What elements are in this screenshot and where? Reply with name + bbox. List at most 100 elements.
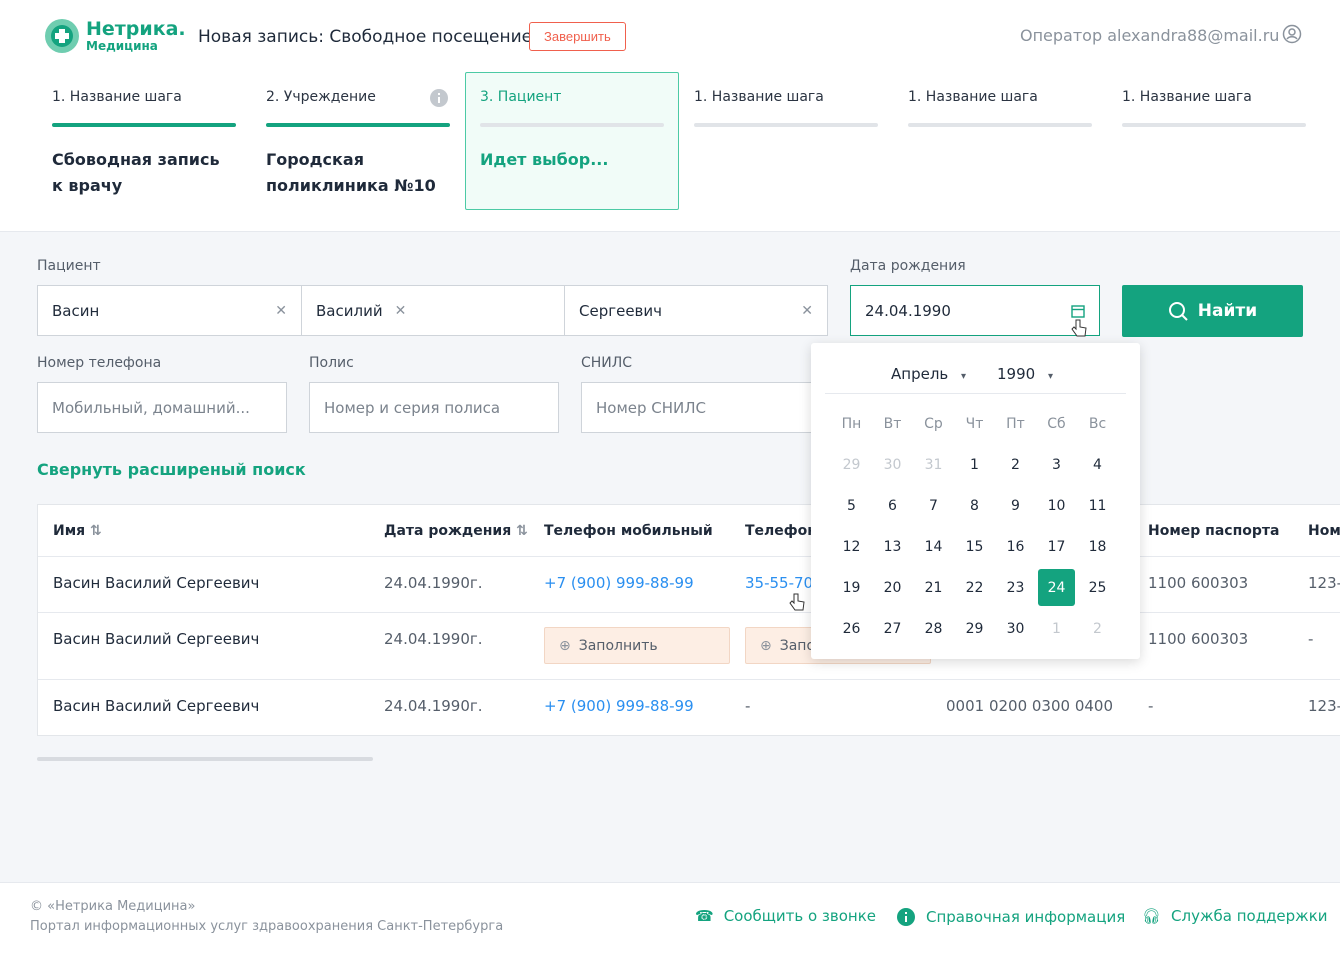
last-name-input[interactable]: Васин ✕ bbox=[37, 285, 302, 336]
middle-name-input[interactable]: Сергеевич ✕ bbox=[564, 285, 828, 336]
weekday-label: Вс bbox=[1088, 415, 1107, 432]
calendar-day[interactable]: 5 bbox=[831, 485, 872, 526]
dob-input[interactable]: 24.04.1990 bbox=[850, 285, 1100, 336]
step-value: Городская поликлиника №10 bbox=[266, 150, 436, 195]
weekday-label: Чт bbox=[965, 415, 984, 432]
calendar-day[interactable]: 15 bbox=[954, 526, 995, 567]
calendar-day-selected[interactable]: 24 bbox=[1038, 569, 1075, 606]
info-icon[interactable] bbox=[430, 89, 448, 107]
calendar-day[interactable]: 1 bbox=[1036, 608, 1077, 649]
reference-link[interactable]: Справочная информация bbox=[896, 907, 1125, 927]
fill-mobile-button[interactable]: ⊕ Заполнить bbox=[544, 627, 730, 664]
dob-label: Дата рождения bbox=[850, 258, 966, 274]
fill-label: Запо bbox=[779, 637, 816, 654]
finish-button[interactable]: Завершить bbox=[529, 22, 626, 51]
report-call-link[interactable]: ☎ Сообщить о звонке bbox=[695, 907, 876, 925]
calendar-day[interactable]: 30 bbox=[995, 608, 1036, 649]
calendar-day[interactable]: 28 bbox=[913, 608, 954, 649]
calendar-day[interactable]: 31 bbox=[913, 444, 954, 485]
snils-input[interactable]: Номер СНИЛС bbox=[581, 382, 831, 433]
middle-name-value: Сергеевич bbox=[579, 301, 663, 320]
find-button[interactable]: Найти bbox=[1122, 285, 1303, 337]
footer: © «Нетрика Медицина» Портал информационн… bbox=[0, 882, 1340, 953]
calendar-day[interactable]: 26 bbox=[831, 608, 872, 649]
calendar-day[interactable]: 29 bbox=[954, 608, 995, 649]
calendar-day[interactable]: 13 bbox=[872, 526, 913, 567]
user-icon[interactable] bbox=[1282, 24, 1302, 44]
calendar-day[interactable]: 30 bbox=[872, 444, 913, 485]
calendar-day[interactable]: 11 bbox=[1077, 485, 1118, 526]
last-name-value: Васин bbox=[52, 301, 100, 320]
step-3[interactable]: 3. Пациент Идет выбор... bbox=[480, 89, 664, 173]
step-6[interactable]: 1. Название шага bbox=[1122, 89, 1306, 127]
logo-subtext: Медицина bbox=[86, 39, 158, 53]
calendar-day[interactable]: 23 bbox=[995, 567, 1036, 608]
chevron-down-icon: ▾ bbox=[961, 371, 967, 382]
calendar-day[interactable]: 1 bbox=[954, 444, 995, 485]
calendar-day[interactable]: 2 bbox=[995, 444, 1036, 485]
cell-mobile-link[interactable]: +7 (900) 999-88-99 bbox=[544, 574, 694, 592]
calendar-day[interactable]: 14 bbox=[913, 526, 954, 567]
sort-icon[interactable]: ⇅ bbox=[516, 523, 528, 539]
calendar-day[interactable]: 16 bbox=[995, 526, 1036, 567]
cell-phone: - bbox=[745, 697, 751, 715]
horizontal-scrollbar[interactable] bbox=[37, 757, 373, 761]
year-select[interactable]: 1990 ▾ bbox=[997, 365, 1053, 383]
cell-phone-link[interactable]: 35-55-70 bbox=[745, 574, 813, 592]
sort-icon[interactable]: ⇅ bbox=[90, 523, 102, 539]
step-label: 1. Название шага bbox=[908, 89, 1038, 105]
calendar-day[interactable]: 2 bbox=[1077, 608, 1118, 649]
results-table: Имя ⇅ Дата рождения ⇅ Телефон мобильный … bbox=[37, 504, 1340, 736]
calendar-day[interactable]: 9 bbox=[995, 485, 1036, 526]
clear-icon[interactable]: ✕ bbox=[395, 303, 407, 319]
step-label: 1. Название шага bbox=[52, 89, 182, 105]
cell-mobile-link[interactable]: +7 (900) 999-88-99 bbox=[544, 697, 694, 715]
first-name-input[interactable]: Василий ✕ bbox=[301, 285, 565, 336]
phone-label: Номер телефона bbox=[37, 355, 162, 371]
calendar-day[interactable]: 4 bbox=[1077, 444, 1118, 485]
calendar-day[interactable]: 10 bbox=[1036, 485, 1077, 526]
calendar-day[interactable]: 20 bbox=[872, 567, 913, 608]
step-2[interactable]: 2. Учреждение Городская поликлиника №10 bbox=[266, 89, 450, 199]
first-name-value: Василий bbox=[316, 301, 383, 320]
month-select[interactable]: Апрель ▾ bbox=[891, 365, 966, 383]
clear-icon[interactable]: ✕ bbox=[275, 303, 287, 319]
date-picker: Апрель ▾ 1990 ▾ Пн Вт Ср Чт Пт Сб Вс 29 30 31 1 2 3 4… bbox=[811, 343, 1140, 659]
header-label: Имя bbox=[53, 523, 86, 539]
calendar-day[interactable]: 25 bbox=[1077, 567, 1118, 608]
header-dob[interactable]: Дата рождения ⇅ bbox=[384, 523, 528, 539]
calendar-day[interactable]: 21 bbox=[913, 567, 954, 608]
step-4[interactable]: 1. Название шага bbox=[694, 89, 878, 127]
cell-passport: 1100 600303 bbox=[1148, 630, 1249, 648]
step-1[interactable]: 1. Название шага Сбоводная запись к врачу bbox=[52, 89, 236, 199]
calendar-day[interactable]: 8 bbox=[954, 485, 995, 526]
calendar-day[interactable]: 29 bbox=[831, 444, 872, 485]
clear-icon[interactable]: ✕ bbox=[801, 303, 813, 319]
step-5[interactable]: 1. Название шага bbox=[908, 89, 1092, 127]
calendar-icon[interactable] bbox=[1071, 304, 1085, 318]
calendar-day[interactable]: 19 bbox=[831, 567, 872, 608]
calendar-day[interactable]: 18 bbox=[1077, 526, 1118, 567]
dob-value: 24.04.1990 bbox=[865, 301, 951, 320]
support-link[interactable]: 🎧︎ Служба поддержки bbox=[1142, 907, 1328, 925]
calendar-day[interactable]: 12 bbox=[831, 526, 872, 567]
weekday-label: Пн bbox=[841, 415, 862, 432]
header-label: Дата рождения bbox=[384, 523, 512, 539]
calendar-day[interactable]: 17 bbox=[1036, 526, 1077, 567]
calendar-grid: Пн Вт Ср Чт Пт Сб Вс 29 30 31 1 2 3 4 5 6 7 8 9 10 11 12 13 14 1… bbox=[831, 403, 1118, 649]
policy-input[interactable]: Номер и серия полиса bbox=[309, 382, 559, 433]
header-extra: Номе bbox=[1308, 523, 1340, 539]
policy-label: Полис bbox=[309, 355, 354, 371]
calendar-day[interactable]: 22 bbox=[954, 567, 995, 608]
collapse-search-link[interactable]: Свернуть расширеный поиск bbox=[37, 460, 306, 479]
calendar-day[interactable]: 7 bbox=[913, 485, 954, 526]
portal-text: Портал информационных услуг здравоохране… bbox=[30, 919, 504, 934]
calendar-day[interactable]: 3 bbox=[1036, 444, 1077, 485]
header-name[interactable]: Имя ⇅ bbox=[53, 523, 102, 539]
snils-placeholder: Номер СНИЛС bbox=[596, 398, 707, 417]
calendar-day[interactable]: 6 bbox=[872, 485, 913, 526]
plus-circle-icon: ⊕ bbox=[559, 637, 571, 654]
phone-input[interactable]: Мобильный, домашний... bbox=[37, 382, 287, 433]
page-title: Новая запись: Свободное посещение bbox=[198, 27, 533, 47]
calendar-day[interactable]: 27 bbox=[872, 608, 913, 649]
